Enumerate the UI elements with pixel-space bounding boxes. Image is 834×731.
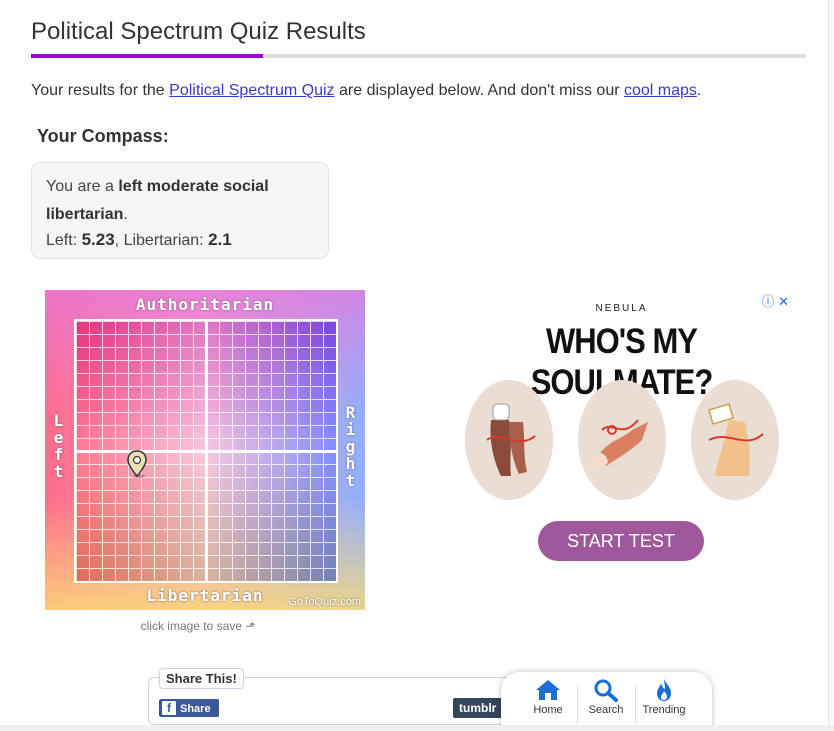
compass-heading: Your Compass: [37,126,169,146]
title-underline-accent [31,54,263,58]
title-underline [31,54,806,58]
left-score-label: Left: [46,232,82,249]
nav-search[interactable]: Search [578,678,634,716]
cool-maps-link[interactable]: cool maps [624,82,697,99]
facebook-share-label: Share [180,703,211,715]
intro-prefix: Your results for the [31,82,170,99]
ad-brand: NEBULA [595,303,648,314]
compass-watermark: GoToQuiz.com [288,596,361,608]
nav-trending[interactable]: Trending [636,678,692,716]
nav-home[interactable]: Home [520,678,576,716]
bottom-strip [0,725,834,731]
save-image-caption: click image to save ⬏ [140,619,256,633]
bottom-nav: Home Search Trending [501,672,712,731]
left-score-value: 5.23 [81,230,115,249]
nav-search-label: Search [588,704,624,716]
score-separator: , [114,232,124,249]
facebook-share-button[interactable]: f Share [159,699,219,717]
nav-home-label: Home [533,704,563,716]
facebook-icon: f [162,701,176,715]
page: Political Spectrum Quiz Results Your res… [0,0,829,731]
search-icon [594,679,618,702]
libertarian-score-label: Libertarian: [123,232,209,249]
libertarian-score-value: 2.1 [208,230,232,249]
intro-middle: are displayed below. And don't miss our [334,82,624,99]
compass-label-authoritarian: Authoritarian [135,295,275,314]
result-box: You are a left moderate social libertari… [31,162,329,259]
nav-trending-label: Trending [642,704,686,716]
intro-suffix: . [696,82,702,99]
quiz-link[interactable]: Political Spectrum Quiz [169,82,334,99]
result-period: . [123,206,128,223]
result-description: You are a left moderate social libertari… [46,173,314,229]
ad-illustration-hand-icon [691,380,779,500]
ad-illustration-hands-icon [465,380,553,500]
political-compass-image[interactable]: Authoritarian Libertarian Left Right GoT… [45,290,365,610]
advertisement[interactable]: ⓘ ✕ NEBULA WHO'S MY SOULMATE? [455,288,795,574]
page-title: Political Spectrum Quiz Results [31,18,366,45]
ad-start-test-button[interactable]: START TEST [538,521,704,561]
compass-label-left: Left [53,411,65,481]
result-scores: Left: 5.23, Libertarian: 2.1 [46,230,314,250]
ad-illustration-pinky-promise-icon [578,380,666,500]
flame-icon [657,679,671,701]
intro-text: Your results for the Political Spectrum … [31,82,701,100]
home-icon [536,680,560,700]
share-label: Share This! [159,668,244,689]
compass-grid [74,319,338,583]
compass-label-right: Right [345,403,357,490]
compass-horizontal-axis [76,450,336,453]
tumblr-share-button[interactable]: tumblr [453,698,505,718]
position-marker-icon [127,450,147,478]
result-prefix: You are a [46,178,119,195]
